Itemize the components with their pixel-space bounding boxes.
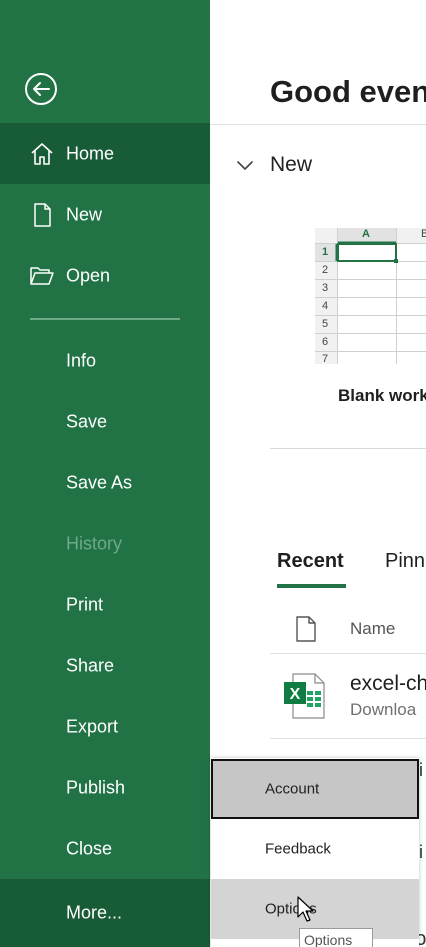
menu-item-feedback[interactable]: Feedback [211, 819, 419, 879]
sidebar-item-export[interactable]: Export [0, 696, 210, 757]
sidebar-divider [30, 318, 180, 320]
column-header-name[interactable]: Name [350, 619, 395, 639]
sidebar-item-label: Export [66, 716, 119, 736]
mouse-cursor-icon [297, 896, 314, 922]
sidebar-item-label: Publish [66, 777, 126, 797]
sidebar-item-label: Save [66, 411, 108, 431]
sidebar-item-label: Print [66, 594, 104, 614]
backstage-sidebar: Home New Open Info Save Save As History … [0, 0, 210, 947]
sidebar-item-label: More... [66, 902, 123, 923]
sidebar-item-label: Save As [66, 472, 133, 492]
section-divider [270, 448, 426, 449]
menu-item-account[interactable]: Account [211, 759, 419, 819]
sidebar-item-open[interactable]: Open [0, 245, 210, 306]
row-header: 3 [322, 282, 329, 294]
document-icon [296, 616, 316, 642]
sidebar-item-history: History [0, 513, 210, 574]
row-header: 1 [322, 246, 329, 258]
sidebar-item-publish[interactable]: Publish [0, 757, 210, 818]
sidebar-item-label: Share [66, 655, 115, 675]
column-header: A [362, 228, 370, 240]
sidebar-item-label: Close [66, 838, 113, 858]
peek-text: i [419, 760, 423, 780]
back-arrow-icon[interactable] [24, 72, 58, 106]
new-document-icon [34, 202, 51, 227]
list-header-divider [270, 653, 426, 654]
sidebar-item-label: New [66, 204, 103, 224]
home-icon [31, 142, 53, 165]
page-title: Good even [270, 74, 426, 109]
sidebar-item-label: Open [66, 265, 111, 285]
row-header: 4 [322, 300, 329, 312]
sidebar-item-label: Info [66, 350, 97, 370]
excel-file-icon: X [284, 673, 325, 719]
tab-recent[interactable]: Recent [277, 550, 344, 573]
peek-text: i [419, 842, 423, 862]
spreadsheet-preview-icon [315, 228, 426, 364]
row-header: 5 [322, 318, 329, 330]
sidebar-item-label: History [66, 533, 123, 553]
open-folder-icon [30, 266, 54, 285]
tab-pinned[interactable]: Pinn [385, 550, 425, 573]
sidebar-item-print[interactable]: Print [0, 574, 210, 635]
sidebar-item-more[interactable]: More... [0, 879, 210, 947]
blank-workbook-label[interactable]: Blank work [338, 386, 426, 406]
blank-workbook-thumbnail[interactable]: A B 1 2 3 4 5 6 7 [315, 228, 426, 364]
row-header: 2 [322, 264, 329, 276]
sidebar-item-save[interactable]: Save [0, 391, 210, 452]
row-header: 6 [322, 336, 329, 348]
column-header: B [421, 228, 426, 240]
file-name[interactable]: excel-ch [350, 672, 426, 696]
row-divider [270, 738, 426, 739]
chevron-down-icon [237, 161, 253, 170]
file-path: Downloa [350, 700, 417, 719]
row-header: 7 [322, 353, 329, 364]
menu-item-label: Account [265, 780, 320, 798]
sidebar-item-share[interactable]: Share [0, 635, 210, 696]
excel-file-icon-letter: X [290, 686, 301, 703]
tooltip: Options [299, 928, 373, 947]
sidebar-item-new[interactable]: New [0, 184, 210, 245]
sidebar-item-close[interactable]: Close [0, 818, 210, 879]
sidebar-item-info[interactable]: Info [0, 330, 210, 391]
menu-item-label: Feedback [265, 840, 331, 858]
tab-selected-indicator [277, 584, 346, 588]
header-divider [210, 124, 426, 125]
new-section-toggle[interactable]: New [234, 150, 312, 180]
sidebar-item-home[interactable]: Home [0, 123, 210, 184]
new-section-label: New [270, 153, 313, 176]
sidebar-item-save-as[interactable]: Save As [0, 452, 210, 513]
sidebar-item-label: Home [66, 143, 115, 163]
